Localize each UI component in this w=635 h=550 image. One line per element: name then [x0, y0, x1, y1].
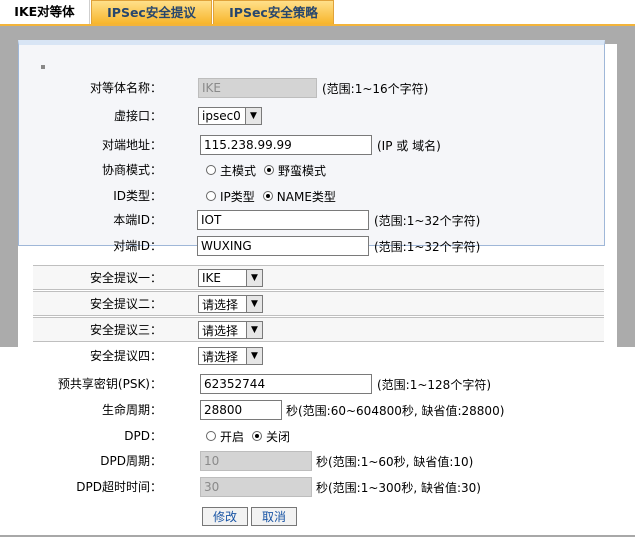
- psk-hint: (范围:1~128个字符): [377, 377, 492, 392]
- row-proposal-2: 安全提议二： 请选择 ▼: [0, 293, 635, 315]
- row-virtual-interface: 虚接口： ipsec0 ▼: [0, 105, 635, 127]
- proposal-2-value: 请选择: [202, 297, 239, 312]
- remote-address-label: 对端地址：: [101, 138, 162, 152]
- row-psk: 预共享密钥(PSK)： (范围:1~128个字符): [0, 373, 635, 395]
- chevron-down-icon: ▼: [245, 108, 261, 124]
- panel-marker: [41, 65, 45, 69]
- tab-bar: IKE对等体 IPSec安全提议 IPSec安全策略: [0, 0, 635, 24]
- name-type-label: NAME类型: [276, 189, 336, 204]
- row-actions: 修改 取消: [0, 505, 635, 527]
- bottom-divider: [0, 535, 635, 537]
- psk-input[interactable]: [200, 374, 372, 394]
- dpd-period-input[interactable]: [200, 451, 312, 471]
- local-id-input[interactable]: [197, 210, 369, 230]
- virtual-interface-value: ipsec0: [202, 109, 241, 123]
- dpd-enable-label: 开启: [220, 429, 245, 444]
- dpd-timeout-label: DPD超时时间：: [76, 480, 162, 494]
- chevron-down-icon: ▼: [246, 270, 262, 286]
- proposal-1-label: 安全提议一：: [89, 271, 162, 285]
- row-id-type: ID类型： IP类型 NAME类型: [0, 185, 635, 207]
- row-dpd-period: DPD周期： 秒(范围:1~60秒, 缺省值:10): [0, 450, 635, 472]
- tab-ipsec-proposal[interactable]: IPSec安全提议: [91, 0, 212, 24]
- dpd-period-label: DPD周期：: [100, 454, 162, 468]
- dpd-label: DPD：: [124, 429, 162, 443]
- row-proposal-1: 安全提议一： IKE ▼: [0, 267, 635, 289]
- id-type-label: ID类型：: [113, 189, 162, 203]
- modify-button[interactable]: 修改: [202, 506, 249, 526]
- local-id-label: 本端ID：: [113, 213, 162, 227]
- row-dpd: DPD： 开启 关闭: [0, 425, 635, 447]
- proposal-3-label: 安全提议三：: [89, 323, 162, 337]
- peer-name-label: 对等体名称：: [89, 81, 162, 95]
- lifetime-hint: 秒(范围:60~604800秒, 缺省值:28800): [286, 403, 505, 418]
- proposal-4-select[interactable]: 请选择 ▼: [198, 347, 263, 365]
- row-negotiation-mode: 协商模式： 主模式 野蛮模式: [0, 159, 635, 181]
- tab-ipsec-policy[interactable]: IPSec安全策略: [213, 0, 334, 24]
- cancel-button[interactable]: 取消: [251, 506, 298, 526]
- name-type-radio[interactable]: [262, 191, 273, 201]
- remote-id-input[interactable]: [197, 236, 369, 256]
- negotiation-mode-label: 协商模式：: [101, 163, 162, 177]
- dpd-disable-label: 关闭: [266, 429, 291, 444]
- row-remote-address: 对端地址： (IP 或 域名): [0, 134, 635, 156]
- row-remote-id: 对端ID： (范围:1~32个字符): [0, 235, 635, 257]
- proposal-3-select[interactable]: 请选择 ▼: [198, 321, 263, 339]
- remote-id-hint: (范围:1~32个字符): [374, 239, 481, 254]
- local-id-hint: (范围:1~32个字符): [374, 213, 481, 228]
- lifetime-input[interactable]: [200, 400, 282, 420]
- chevron-down-icon: ▼: [246, 322, 262, 338]
- psk-label: 预共享密钥(PSK)：: [57, 377, 162, 391]
- main-mode-label: 主模式: [220, 163, 257, 178]
- row-proposal-3: 安全提议三： 请选择 ▼: [0, 319, 635, 341]
- row-dpd-timeout: DPD超时时间： 秒(范围:1~300秒, 缺省值:30): [0, 476, 635, 498]
- row-peer-name: 对等体名称： (范围:1~16个字符): [0, 77, 635, 99]
- aggressive-mode-radio[interactable]: [264, 165, 275, 175]
- proposal-1-value: IKE: [202, 271, 221, 285]
- dpd-enable-radio[interactable]: [206, 431, 216, 441]
- proposal-4-value: 请选择: [202, 349, 239, 364]
- ip-type-label: IP类型: [220, 189, 255, 204]
- peer-name-input[interactable]: [198, 78, 317, 98]
- virtual-interface-label: 虚接口：: [113, 109, 162, 123]
- row-proposal-4: 安全提议四： 请选择 ▼: [0, 345, 635, 367]
- proposal-4-label: 安全提议四：: [89, 349, 162, 363]
- remote-id-label: 对端ID：: [113, 239, 162, 253]
- dpd-timeout-input[interactable]: [200, 477, 312, 497]
- row-lifetime: 生命周期： 秒(范围:60~604800秒, 缺省值:28800): [0, 399, 635, 421]
- proposal-3-value: 请选择: [202, 323, 239, 338]
- tab-ike-peer[interactable]: IKE对等体: [0, 0, 90, 24]
- chevron-down-icon: ▼: [246, 296, 262, 312]
- lifetime-label: 生命周期：: [101, 403, 162, 417]
- proposal-1-select[interactable]: IKE ▼: [198, 269, 263, 287]
- remote-address-input[interactable]: [200, 135, 372, 155]
- dpd-timeout-hint: 秒(范围:1~300秒, 缺省值:30): [316, 480, 481, 495]
- peer-name-hint: (范围:1~16个字符): [322, 81, 429, 96]
- main-mode-radio[interactable]: [206, 165, 216, 175]
- remote-address-hint: (IP 或 域名): [377, 138, 441, 153]
- row-local-id: 本端ID： (范围:1~32个字符): [0, 209, 635, 231]
- dpd-period-hint: 秒(范围:1~60秒, 缺省值:10): [316, 454, 474, 469]
- proposal-2-select[interactable]: 请选择 ▼: [198, 295, 263, 313]
- virtual-interface-select[interactable]: ipsec0 ▼: [198, 107, 262, 125]
- ip-type-radio[interactable]: [206, 191, 216, 201]
- dpd-disable-radio[interactable]: [252, 431, 263, 441]
- chevron-down-icon: ▼: [246, 348, 262, 364]
- proposal-2-label: 安全提议二：: [89, 297, 162, 311]
- aggressive-mode-label: 野蛮模式: [278, 163, 327, 178]
